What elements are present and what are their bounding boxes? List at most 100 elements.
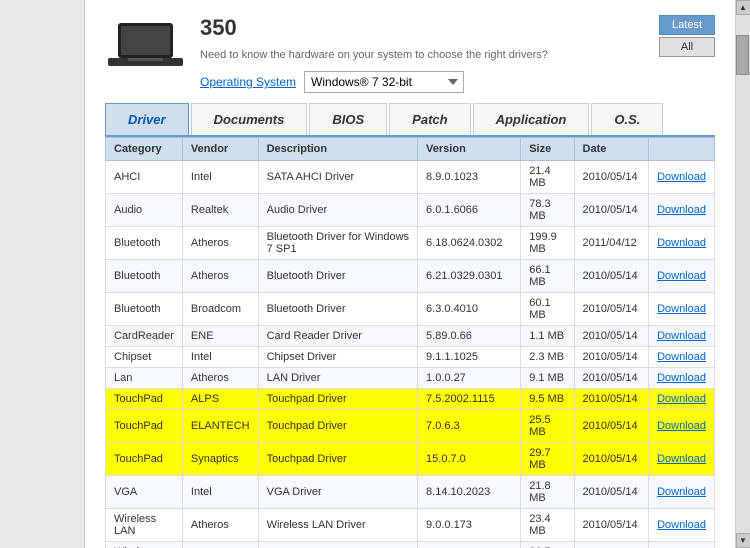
cell-category: Lan [106, 368, 183, 389]
download-link[interactable]: Download [657, 351, 706, 363]
os-label[interactable]: Operating System [200, 75, 296, 89]
download-link[interactable]: Download [657, 486, 706, 498]
os-row: Operating System Windows® 7 32-bit Windo… [200, 71, 659, 93]
cell-vendor: Broadcom [182, 542, 258, 548]
cell-download[interactable]: Download [649, 443, 715, 476]
cell-date: 2010/05/14 [574, 542, 649, 548]
header-description: Description [258, 138, 417, 161]
scrollbar-track[interactable] [736, 15, 750, 533]
cell-download[interactable]: Download [649, 368, 715, 389]
cell-version: 6.18.0624.0302 [418, 227, 521, 260]
cell-date: 2010/05/14 [574, 260, 649, 293]
cell-version: 6.3.0.4010 [418, 293, 521, 326]
cell-date: 2010/05/14 [574, 326, 649, 347]
cell-category: Bluetooth [106, 227, 183, 260]
cell-description: Bluetooth Driver [258, 260, 417, 293]
tab-patch[interactable]: Patch [389, 103, 470, 135]
scroll-up-arrow[interactable]: ▲ [736, 0, 750, 15]
cell-size: 21.8 MB [521, 476, 574, 509]
download-link[interactable]: Download [657, 393, 706, 405]
scrollbar[interactable]: ▲ ▼ [735, 0, 750, 548]
cell-category: Wireless LAN [106, 542, 183, 548]
download-link[interactable]: Download [657, 270, 706, 282]
cell-category: TouchPad [106, 443, 183, 476]
cell-download[interactable]: Download [649, 410, 715, 443]
cell-vendor: Broadcom [182, 293, 258, 326]
cell-download[interactable]: Download [649, 326, 715, 347]
download-link[interactable]: Download [657, 237, 706, 249]
tab-documents[interactable]: Documents [191, 103, 308, 135]
cell-download[interactable]: Download [649, 260, 715, 293]
cell-size: 78.3 MB [521, 194, 574, 227]
cell-category: VGA [106, 476, 183, 509]
cell-vendor: Realtek [182, 194, 258, 227]
cell-description: Card Reader Driver [258, 326, 417, 347]
cell-download[interactable]: Download [649, 476, 715, 509]
download-link[interactable]: Download [657, 303, 706, 315]
tab-bios[interactable]: BIOS [309, 103, 387, 135]
cell-description: Touchpad Driver [258, 389, 417, 410]
version-buttons: Latest All [659, 15, 715, 57]
cell-date: 2010/05/14 [574, 476, 649, 509]
download-link[interactable]: Download [657, 330, 706, 342]
cell-version: 9.1.1.1025 [418, 347, 521, 368]
tab-driver[interactable]: Driver [105, 103, 189, 135]
cell-category: AHCI [106, 161, 183, 194]
cell-description: Chipset Driver [258, 347, 417, 368]
download-link[interactable]: Download [657, 420, 706, 432]
cell-category: TouchPad [106, 410, 183, 443]
cell-size: 60.1 MB [521, 293, 574, 326]
cell-description: Audio Driver [258, 194, 417, 227]
cell-version: 15.0.7.0 [418, 443, 521, 476]
header-date: Date [574, 138, 649, 161]
cell-category: Bluetooth [106, 293, 183, 326]
cell-download[interactable]: Download [649, 509, 715, 542]
cell-download[interactable]: Download [649, 194, 715, 227]
cell-description: Bluetooth Driver for Windows 7 SP1 [258, 227, 417, 260]
table-row: Wireless LAN Broadcom Wireless LAN Drive… [106, 542, 715, 548]
cell-date: 2010/05/14 [574, 389, 649, 410]
latest-button[interactable]: Latest [659, 15, 715, 35]
cell-category: Chipset [106, 347, 183, 368]
cell-description: Bluetooth Driver [258, 293, 417, 326]
cell-description: LAN Driver [258, 368, 417, 389]
cell-vendor: Intel [182, 347, 258, 368]
cell-category: CardReader [106, 326, 183, 347]
header-size: Size [521, 138, 574, 161]
header-download [649, 138, 715, 161]
cell-version: 6.0.1.6066 [418, 194, 521, 227]
cell-download[interactable]: Download [649, 161, 715, 194]
cell-vendor: ALPS [182, 389, 258, 410]
cell-download[interactable]: Download [649, 227, 715, 260]
download-link[interactable]: Download [657, 372, 706, 384]
tab-application[interactable]: Application [473, 103, 590, 135]
download-link[interactable]: Download [657, 453, 706, 465]
download-link[interactable]: Download [657, 204, 706, 216]
cell-category: TouchPad [106, 389, 183, 410]
cell-version: 7.0.6.3 [418, 410, 521, 443]
cell-description: VGA Driver [258, 476, 417, 509]
cell-version: 8.14.10.2023 [418, 476, 521, 509]
scroll-down-arrow[interactable]: ▼ [736, 533, 750, 548]
cell-download[interactable]: Download [649, 542, 715, 548]
tab-os[interactable]: O.S. [591, 103, 663, 135]
scrollbar-thumb[interactable] [736, 35, 749, 75]
all-button[interactable]: All [659, 37, 715, 57]
cell-version: 1.0.0.27 [418, 368, 521, 389]
cell-vendor: Synaptics [182, 443, 258, 476]
download-link[interactable]: Download [657, 519, 706, 531]
table-row: TouchPad ELANTECH Touchpad Driver 7.0.6.… [106, 410, 715, 443]
table-row: TouchPad Synaptics Touchpad Driver 15.0.… [106, 443, 715, 476]
cell-download[interactable]: Download [649, 347, 715, 368]
cell-description: SATA AHCI Driver [258, 161, 417, 194]
table-row: Bluetooth Broadcom Bluetooth Driver 6.3.… [106, 293, 715, 326]
cell-download[interactable]: Download [649, 293, 715, 326]
header-vendor: Vendor [182, 138, 258, 161]
cell-version: 5.89.0.66 [418, 326, 521, 347]
cell-version: 5.60.350.6 [418, 542, 521, 548]
cell-download[interactable]: Download [649, 389, 715, 410]
cell-vendor: Atheros [182, 368, 258, 389]
os-select[interactable]: Windows® 7 32-bit Windows® 7 64-bit Wind… [304, 71, 464, 93]
cell-vendor: Atheros [182, 260, 258, 293]
download-link[interactable]: Download [657, 171, 706, 183]
